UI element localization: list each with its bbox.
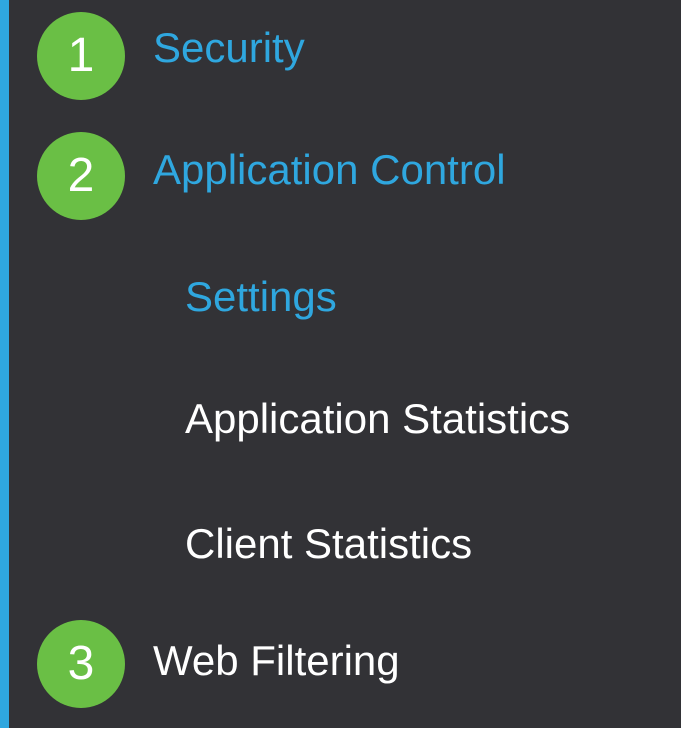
sidebar-item-label: Application Control xyxy=(153,146,506,193)
sidebar-subitem-settings[interactable]: Settings xyxy=(185,276,337,318)
sidebar-navigation: 1 Security 2 Application Control Setting… xyxy=(0,0,683,733)
sidebar-subitem-application-statistics[interactable]: Application Statistics xyxy=(185,398,570,440)
step-number: 2 xyxy=(67,149,95,202)
sidebar-subitem-client-statistics[interactable]: Client Statistics xyxy=(185,523,472,565)
sidebar-item-application-control[interactable]: 2 Application Control xyxy=(37,132,506,220)
sidebar-item-security[interactable]: 1 Security xyxy=(37,12,305,100)
step-number: 1 xyxy=(67,29,95,82)
sidebar-accent-bar xyxy=(0,0,9,733)
sidebar-item-web-filtering[interactable]: 3 Web Filtering xyxy=(37,620,400,708)
step-badge-3: 3 xyxy=(37,620,125,708)
sidebar-subitem-label: Application Statistics xyxy=(185,395,571,442)
step-number: 3 xyxy=(67,637,95,690)
sidebar-item-label: Web Filtering xyxy=(153,637,400,684)
sidebar-subitem-label: Client Statistics xyxy=(185,520,473,567)
step-badge-2: 2 xyxy=(37,132,125,220)
frame-edge-bottom xyxy=(0,728,683,733)
sidebar-subitem-label: Settings xyxy=(185,273,337,320)
sidebar-item-label: Security xyxy=(153,24,305,71)
step-badge-1: 1 xyxy=(37,12,125,100)
